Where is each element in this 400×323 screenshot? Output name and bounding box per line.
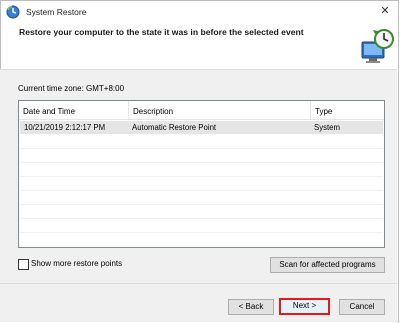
next-button-label: Next > [292,301,317,310]
next-button[interactable]: Next > [279,298,330,315]
back-button[interactable]: < Back [228,299,274,315]
window-title: System Restore [26,7,87,17]
column-date-time[interactable]: Date and Time ⌄ [19,101,128,119]
row-type: System [314,123,340,132]
row-description: Automatic Restore Point [132,123,217,132]
title-bar: System Restore ✕ [1,1,398,23]
column-date-time-label: Date and Time [23,107,76,116]
restore-monitor-clock-icon [361,29,394,63]
row-divider [20,218,383,219]
table-row[interactable]: 10/21/2019 2:12:17 PM Automatic Restore … [20,121,383,134]
row-divider [20,190,383,191]
show-more-checkbox[interactable] [18,259,29,270]
show-more-label[interactable]: Show more restore points [31,259,122,268]
restore-points-table[interactable]: Date and Time ⌄ Description Type 10/21/2… [18,100,385,248]
column-type-label: Type [315,107,333,116]
row-divider [20,148,383,149]
row-date-time: 10/21/2019 2:12:17 PM [24,123,106,132]
row-divider [20,162,383,163]
sort-arrow-icon: ⌄ [72,108,78,114]
scan-affected-programs-button[interactable]: Scan for affected programs [270,257,385,273]
row-divider [20,232,383,233]
row-divider [20,204,383,205]
column-description[interactable]: Description [128,101,310,119]
column-description-label: Description [133,107,174,116]
page-heading: Restore your computer to the state it wa… [19,27,304,37]
column-type[interactable]: Type [310,101,384,119]
timezone-label: Current time zone: GMT+8:00 [18,84,125,93]
row-divider [20,176,383,177]
cancel-button[interactable]: Cancel [339,299,385,315]
system-restore-icon [6,5,20,19]
footer [0,283,397,322]
table-header: Date and Time ⌄ Description Type [19,101,384,120]
close-icon[interactable]: ✕ [376,3,394,19]
